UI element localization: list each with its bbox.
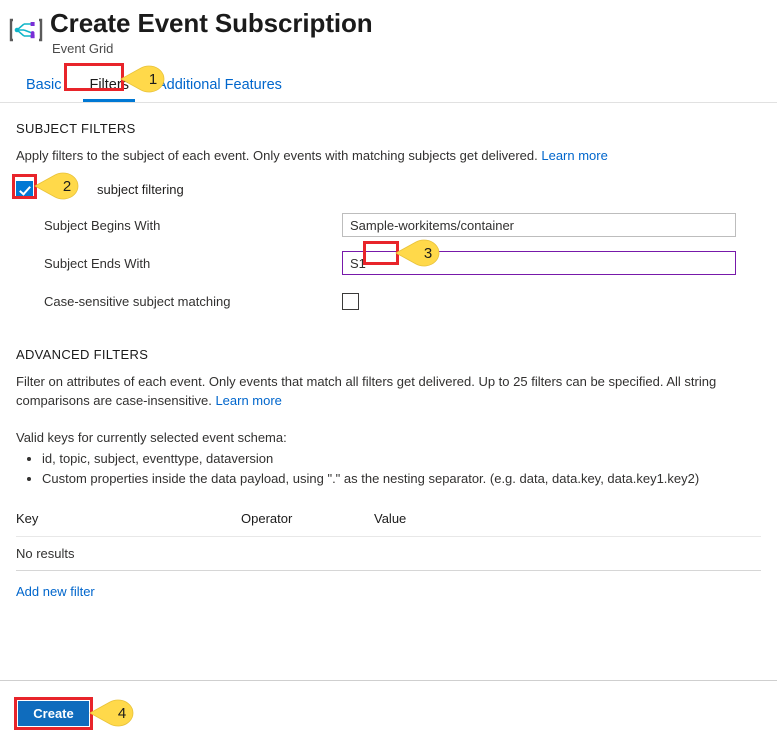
valid-keys-item: id, topic, subject, eventtype, dataversi… <box>42 449 761 469</box>
header-row: Create Event Subscription Event Grid <box>0 8 777 58</box>
subject-begins-with-label: Subject Begins With <box>16 218 342 233</box>
page-header: Create Event Subscription Event Grid Bas… <box>0 0 777 103</box>
footer-divider <box>0 680 777 681</box>
table-row: No results <box>16 537 761 571</box>
event-grid-icon <box>8 12 44 48</box>
annotation-number: 2 <box>33 170 87 202</box>
add-new-filter-link[interactable]: Add new filter <box>16 584 95 599</box>
advanced-filters-learn-more-link[interactable]: Learn more <box>215 393 281 408</box>
table-empty-message: No results <box>16 537 761 571</box>
enable-subject-filtering-row: subject filtering <box>16 179 761 199</box>
annotation-callout-3: 3 <box>394 237 448 269</box>
header-text: Create Event Subscription Event Grid <box>50 8 373 58</box>
subject-filters-description-text: Apply filters to the subject of each eve… <box>16 148 538 163</box>
subject-filters-description: Apply filters to the subject of each eve… <box>16 146 761 165</box>
valid-keys-item: Custom properties inside the data payloa… <box>42 469 761 489</box>
annotation-number: 3 <box>394 237 448 269</box>
advanced-filters-table-head: Key Operator Value <box>16 511 761 537</box>
advanced-filters-title: ADVANCED FILTERS <box>16 347 761 362</box>
tab-basic[interactable]: Basic <box>12 76 75 102</box>
page-subtitle: Event Grid <box>50 40 373 58</box>
page-title: Create Event Subscription <box>50 8 373 38</box>
table-header-row: Key Operator Value <box>16 511 761 537</box>
valid-keys-intro: Valid keys for currently selected event … <box>16 428 761 447</box>
main-content: SUBJECT FILTERS Apply filters to the sub… <box>0 103 777 601</box>
valid-keys-list: id, topic, subject, eventtype, dataversi… <box>16 449 761 489</box>
annotation-number: 4 <box>88 697 142 729</box>
subject-begins-with-input[interactable] <box>342 213 736 237</box>
advanced-filters-description: Filter on attributes of each event. Only… <box>16 372 761 410</box>
advanced-filters-table: Key Operator Value No results <box>16 511 761 571</box>
subject-begins-with-row: Subject Begins With <box>16 213 761 237</box>
subject-ends-with-row: Subject Ends With <box>16 251 761 275</box>
subject-filters-section: SUBJECT FILTERS Apply filters to the sub… <box>16 121 761 313</box>
column-header-value: Value <box>374 511 761 537</box>
case-sensitive-subject-matching-label: Case-sensitive subject matching <box>16 294 342 309</box>
header-divider <box>0 102 777 103</box>
case-sensitive-subject-matching-checkbox[interactable] <box>342 293 359 310</box>
tab-bar: Basic Filters Additional Features <box>0 70 777 102</box>
annotation-callout-1: 1 <box>119 63 173 95</box>
advanced-filters-section: ADVANCED FILTERS Filter on attributes of… <box>16 347 761 601</box>
advanced-filters-description-text: Filter on attributes of each event. Only… <box>16 374 716 408</box>
case-sensitive-subject-matching-row: Case-sensitive subject matching <box>16 289 761 313</box>
enable-subject-filtering-label: subject filtering <box>97 182 184 197</box>
annotation-number: 1 <box>119 63 173 95</box>
subject-ends-with-label: Subject Ends With <box>16 256 342 271</box>
annotation-callout-4: 4 <box>88 697 142 729</box>
column-header-operator: Operator <box>241 511 374 537</box>
create-button[interactable]: Create <box>18 701 89 726</box>
annotation-callout-2: 2 <box>33 170 87 202</box>
advanced-filters-table-body: No results <box>16 537 761 571</box>
enable-subject-filtering-checkbox[interactable] <box>16 181 33 198</box>
subject-filters-learn-more-link[interactable]: Learn more <box>541 148 607 163</box>
column-header-key: Key <box>16 511 241 537</box>
subject-filters-title: SUBJECT FILTERS <box>16 121 761 136</box>
